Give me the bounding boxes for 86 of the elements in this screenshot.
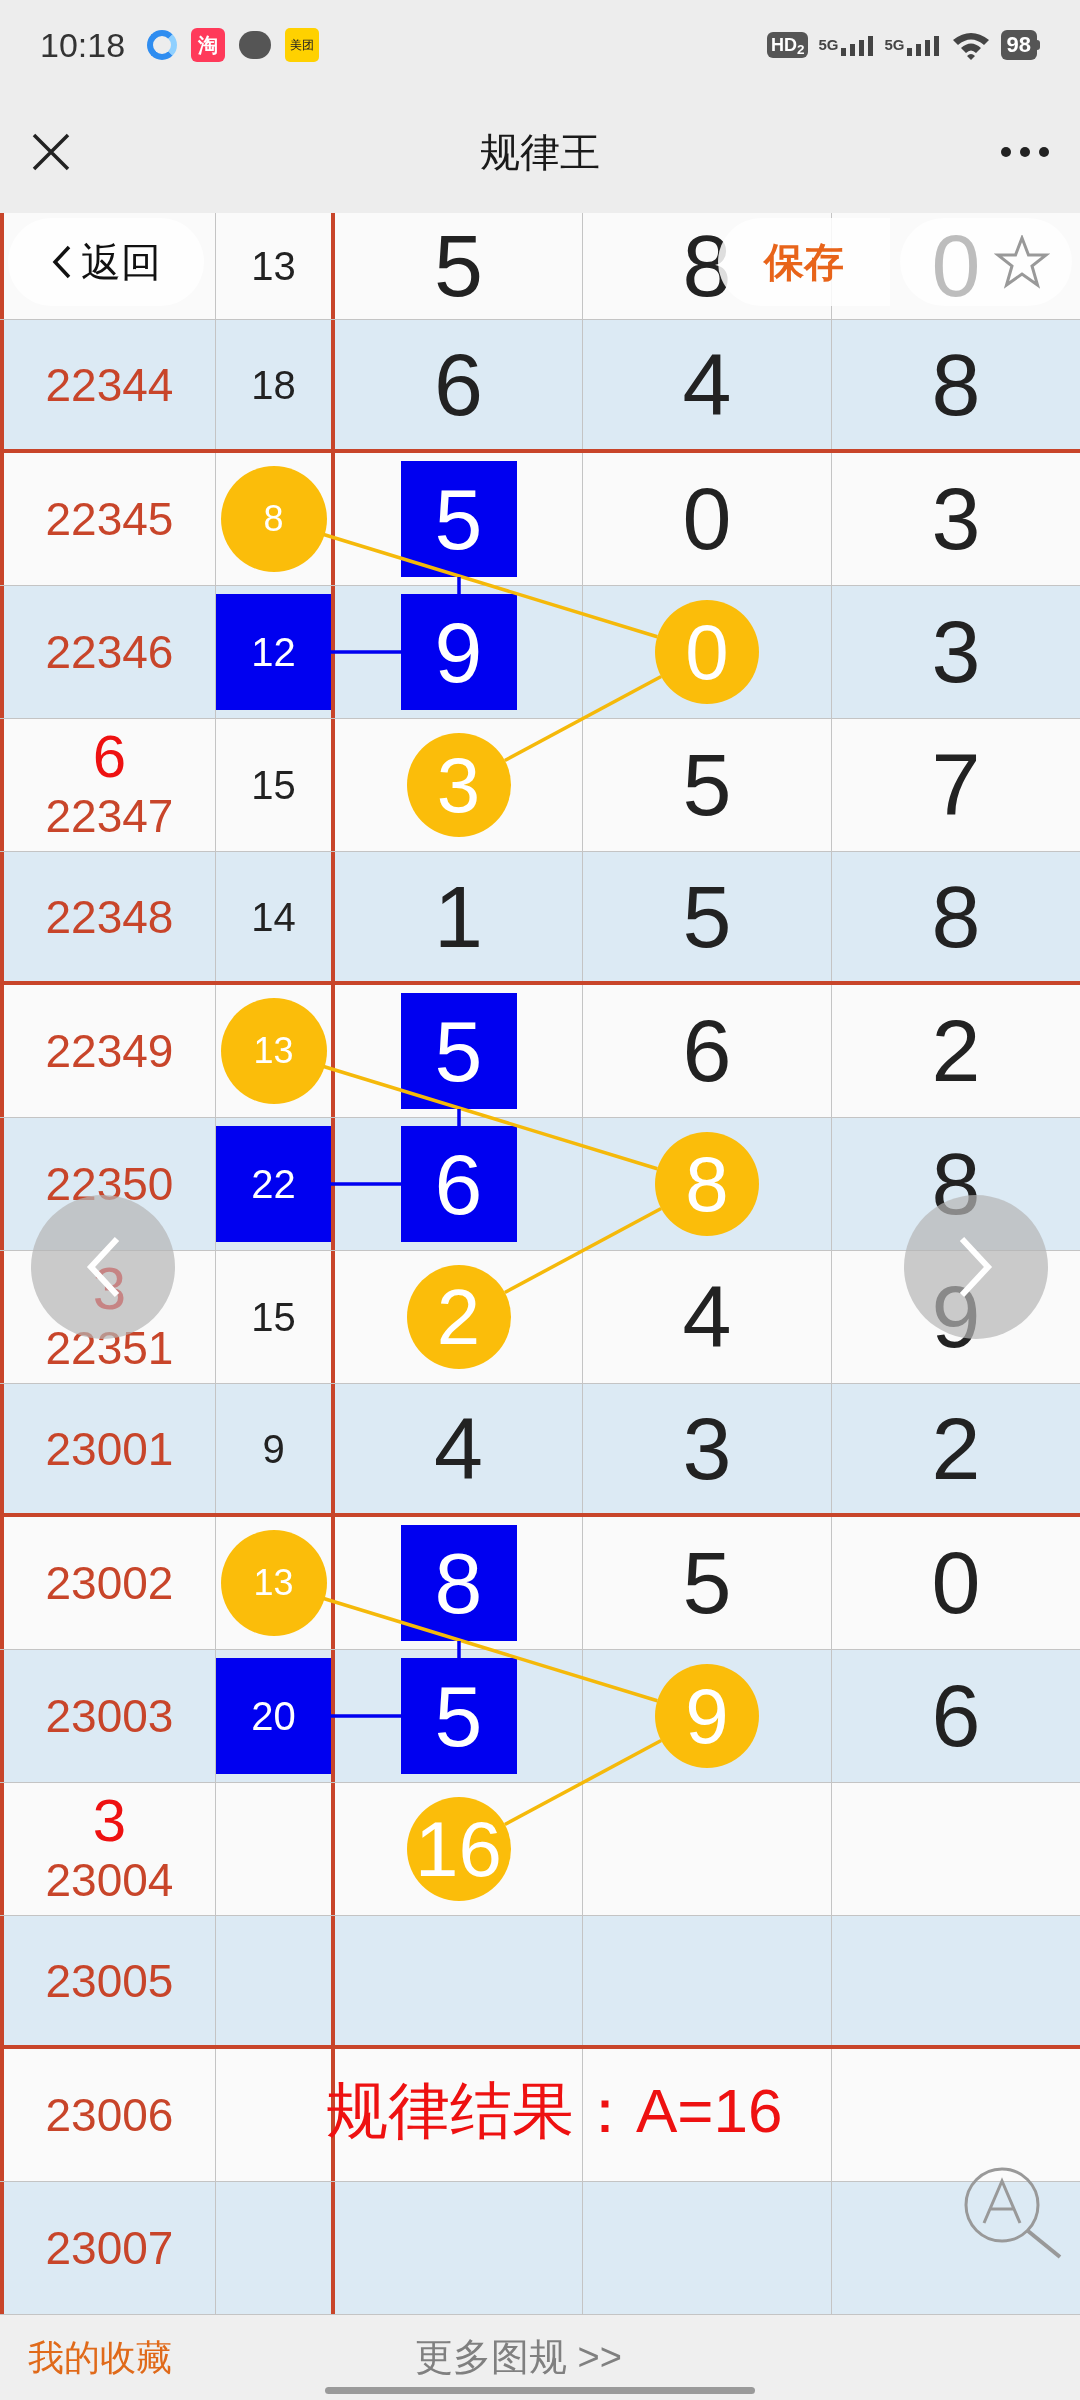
handwritten-number: 6: [92, 727, 127, 787]
boxed-number: 20: [216, 1658, 331, 1774]
circled-number: 8: [220, 466, 327, 572]
digit: 5: [434, 222, 483, 310]
sum-number: 13: [251, 243, 296, 290]
period-number: 23007: [45, 2225, 174, 2271]
circled-number: 2: [406, 1265, 511, 1369]
sum-number: 18: [251, 361, 296, 409]
boxed-number: 5: [400, 1658, 517, 1774]
handwritten-number: 3: [92, 1791, 127, 1851]
battery-level: 98: [1000, 30, 1037, 60]
boxed-number: 5: [400, 461, 517, 577]
sum-number: 9: [262, 1425, 285, 1473]
digit: 3: [682, 1404, 732, 1493]
period-number: 22346: [45, 629, 174, 675]
page-title: 规律王: [480, 128, 600, 176]
digit: 5: [682, 872, 732, 961]
status-time: 10:18: [40, 24, 126, 66]
digit: 2: [931, 1007, 981, 1095]
period-number: 22351: [45, 1325, 174, 1371]
circled-number: 16: [406, 1797, 511, 1901]
digit: 3: [931, 608, 981, 696]
digit: 9: [931, 1273, 981, 1361]
digit: 6: [931, 1672, 981, 1760]
period-number: 23001: [45, 1425, 174, 1472]
connector-line: [331, 1182, 401, 1186]
digit: 1: [434, 872, 483, 961]
sum-number: 15: [251, 1294, 296, 1341]
period-number: 22349: [45, 1028, 174, 1074]
app-icon: 淘: [191, 28, 226, 62]
period-number: 23006: [45, 2092, 174, 2138]
digit: 4: [682, 1273, 732, 1361]
app-icon: 美团: [285, 28, 320, 62]
digit: 8: [931, 1140, 981, 1228]
period-number: 22344: [45, 361, 174, 408]
boxed-number: 12: [216, 594, 331, 710]
digit: 4: [682, 340, 732, 429]
sum-number: 14: [251, 893, 296, 941]
chevron-left-icon: [51, 244, 73, 280]
period-number: 22350: [45, 1161, 174, 1207]
digit: 0: [931, 222, 981, 310]
more-icon[interactable]: [1000, 145, 1050, 158]
digit: 2: [931, 1404, 981, 1493]
digit: 0: [931, 1539, 981, 1627]
favorites-link[interactable]: 我的收藏: [28, 2330, 172, 2385]
chat-bubble-icon: [239, 31, 272, 59]
digit: 7: [931, 741, 981, 829]
digit: 0: [682, 475, 732, 563]
digit: 6: [682, 1007, 732, 1095]
sum-number: 15: [251, 762, 296, 809]
boxed-number: 8: [400, 1525, 517, 1641]
digit: 8: [931, 872, 981, 961]
circled-number: 13: [220, 998, 327, 1104]
digit: 8: [931, 340, 981, 429]
circled-number: 8: [655, 1132, 759, 1236]
digit: 4: [434, 1404, 483, 1493]
circled-number: 13: [220, 1530, 327, 1636]
digit: 5: [682, 741, 732, 829]
network-label: 5G: [884, 34, 905, 55]
digit: 3: [931, 475, 981, 563]
boxed-number: 5: [400, 993, 517, 1109]
hd-badge: HD$_{2}$: [766, 32, 809, 58]
connector-line: [331, 1714, 401, 1718]
back-button[interactable]: 返回: [8, 218, 204, 306]
star-icon: [994, 235, 1050, 289]
period-number: 23004: [45, 1857, 174, 1903]
digit: 5: [682, 1539, 732, 1627]
ring-icon: [147, 30, 178, 60]
signal-icon: [840, 36, 875, 57]
signal-icon: [906, 36, 941, 57]
circled-number: 0: [655, 600, 759, 704]
connector-line: [331, 650, 401, 654]
period-number: 23005: [45, 1957, 174, 2004]
circled-number: 3: [406, 733, 511, 837]
network-label: 5G: [818, 34, 839, 55]
period-number: 23002: [45, 1560, 174, 1606]
period-number: 22348: [45, 893, 174, 940]
boxed-number: 22: [216, 1126, 331, 1242]
period-number: 22345: [45, 496, 174, 542]
boxed-number: 9: [400, 594, 517, 710]
digit: 6: [434, 340, 483, 429]
more-charts-link[interactable]: 更多图规 >>: [415, 2329, 622, 2386]
circled-number: 9: [655, 1664, 759, 1768]
period-number: 22347: [45, 793, 174, 839]
boxed-number: 6: [400, 1126, 517, 1242]
period-number: 23003: [45, 1693, 174, 1739]
